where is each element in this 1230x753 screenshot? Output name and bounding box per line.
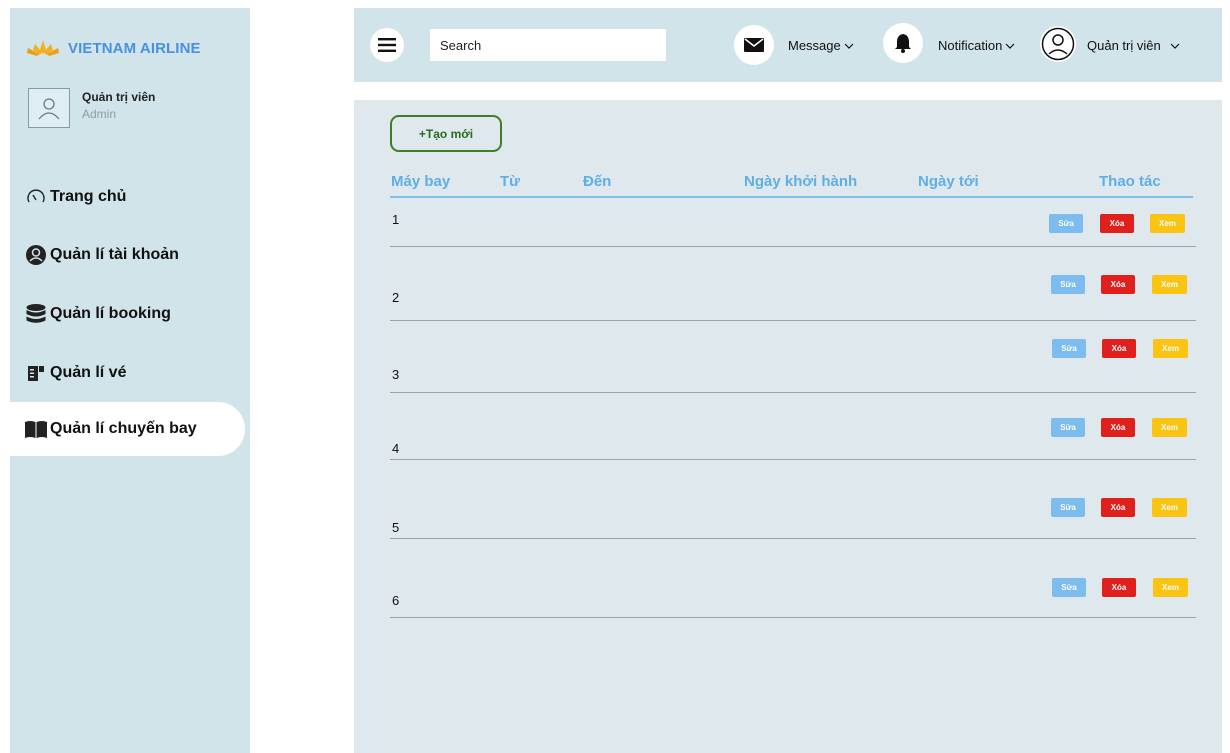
chevron-down-icon bbox=[844, 43, 854, 49]
row-id: 1 bbox=[392, 212, 400, 227]
row-divider bbox=[390, 320, 1196, 321]
hamburger-icon bbox=[378, 38, 396, 52]
message-label: Message bbox=[788, 38, 841, 53]
sidebar-item-flights[interactable]: Quản lí chuyến bay bbox=[10, 402, 245, 456]
view-button[interactable]: Xem bbox=[1150, 214, 1185, 233]
column-header-to: Đến bbox=[583, 173, 612, 190]
sidebar-item-label: Quản lí chuyến bay bbox=[50, 420, 197, 437]
notification-label: Notification bbox=[938, 38, 1003, 53]
menu-button[interactable] bbox=[370, 28, 404, 62]
delete-button[interactable]: Xóa bbox=[1101, 418, 1135, 437]
edit-button[interactable]: Sửa bbox=[1052, 578, 1086, 597]
message-menu[interactable]: Message bbox=[788, 38, 854, 53]
dashboard-icon bbox=[24, 185, 48, 209]
row-divider bbox=[390, 459, 1196, 460]
envelope-icon bbox=[744, 38, 764, 52]
chevron-down-icon bbox=[1170, 43, 1180, 49]
top-bar: Message Notification Quản trị viên bbox=[354, 8, 1222, 82]
avatar bbox=[28, 88, 70, 128]
view-button[interactable]: Xem bbox=[1153, 578, 1188, 597]
row-id: 3 bbox=[392, 367, 400, 382]
delete-button[interactable]: Xóa bbox=[1102, 339, 1136, 358]
create-new-button[interactable]: +Tạo mới bbox=[390, 115, 502, 152]
notification-menu[interactable]: Notification bbox=[938, 38, 1015, 53]
row-id: 6 bbox=[392, 593, 400, 608]
row-divider bbox=[390, 538, 1196, 539]
user-outline-icon bbox=[38, 98, 60, 120]
message-button[interactable] bbox=[734, 25, 774, 65]
delete-button[interactable]: Xóa bbox=[1101, 498, 1135, 517]
user-avatar-button[interactable] bbox=[1040, 26, 1076, 62]
search-input[interactable] bbox=[430, 29, 666, 61]
column-header-aircraft: Máy bay bbox=[391, 173, 451, 190]
sidebar-item-tickets[interactable]: Quản lí vé bbox=[10, 346, 245, 400]
sidebar-item-label: Quản lí booking bbox=[50, 305, 171, 322]
user-menu[interactable]: Quản trị viên bbox=[1087, 38, 1180, 53]
sidebar-item-booking[interactable]: Quản lí booking bbox=[10, 287, 245, 341]
notification-button[interactable] bbox=[883, 23, 923, 63]
view-button[interactable]: Xem bbox=[1152, 418, 1187, 437]
row-id: 2 bbox=[392, 290, 400, 305]
row-id: 5 bbox=[392, 520, 400, 535]
ticket-icon bbox=[24, 361, 48, 385]
delete-button[interactable]: Xóa bbox=[1102, 578, 1136, 597]
profile-role: Admin bbox=[82, 107, 117, 121]
chevron-down-icon bbox=[1005, 43, 1015, 49]
column-header-from: Từ bbox=[500, 173, 521, 190]
header-divider bbox=[390, 196, 1193, 198]
sidebar-item-label: Quản lí tài khoản bbox=[50, 246, 179, 263]
edit-button[interactable]: Sửa bbox=[1049, 214, 1083, 233]
sidebar: VIETNAM AIRLINE Quản trị viên Admin Tran… bbox=[10, 8, 250, 753]
book-icon bbox=[24, 417, 48, 441]
user-circle-outline-icon bbox=[1041, 27, 1075, 61]
row-divider bbox=[390, 246, 1196, 247]
bell-icon bbox=[895, 34, 911, 53]
profile-name: Quản trị viên bbox=[82, 90, 156, 104]
edit-button[interactable]: Sửa bbox=[1052, 339, 1086, 358]
column-header-actions: Thao tác bbox=[1099, 173, 1161, 190]
top-strip bbox=[354, 82, 1222, 100]
main-content: Message Notification Quản trị viên +Tạ bbox=[354, 8, 1222, 753]
view-button[interactable]: Xem bbox=[1152, 275, 1187, 294]
brand[interactable]: VIETNAM AIRLINE bbox=[26, 38, 201, 58]
delete-button[interactable]: Xóa bbox=[1101, 275, 1135, 294]
user-label: Quản trị viên bbox=[1087, 38, 1161, 53]
lotus-logo-icon bbox=[27, 40, 59, 56]
user-circle-icon bbox=[24, 243, 48, 267]
view-button[interactable]: Xem bbox=[1152, 498, 1187, 517]
sidebar-item-accounts[interactable]: Quản lí tài khoản bbox=[10, 228, 245, 282]
brand-name: VIETNAM AIRLINE bbox=[68, 39, 201, 57]
column-header-departure-date: Ngày khởi hành bbox=[744, 173, 858, 190]
row-divider bbox=[390, 617, 1196, 618]
edit-button[interactable]: Sửa bbox=[1051, 418, 1085, 437]
delete-button[interactable]: Xóa bbox=[1100, 214, 1134, 233]
row-id: 4 bbox=[392, 441, 400, 456]
row-divider bbox=[390, 392, 1196, 393]
profile: Quản trị viên Admin bbox=[28, 88, 155, 128]
sidebar-item-label: Trang chủ bbox=[50, 188, 127, 205]
edit-button[interactable]: Sửa bbox=[1051, 275, 1085, 294]
database-icon bbox=[24, 302, 48, 326]
edit-button[interactable]: Sửa bbox=[1051, 498, 1085, 517]
sidebar-item-label: Quản lí vé bbox=[50, 364, 127, 381]
column-header-arrival-date: Ngày tới bbox=[918, 173, 979, 190]
sidebar-item-home[interactable]: Trang chủ bbox=[10, 170, 245, 224]
view-button[interactable]: Xem bbox=[1153, 339, 1188, 358]
